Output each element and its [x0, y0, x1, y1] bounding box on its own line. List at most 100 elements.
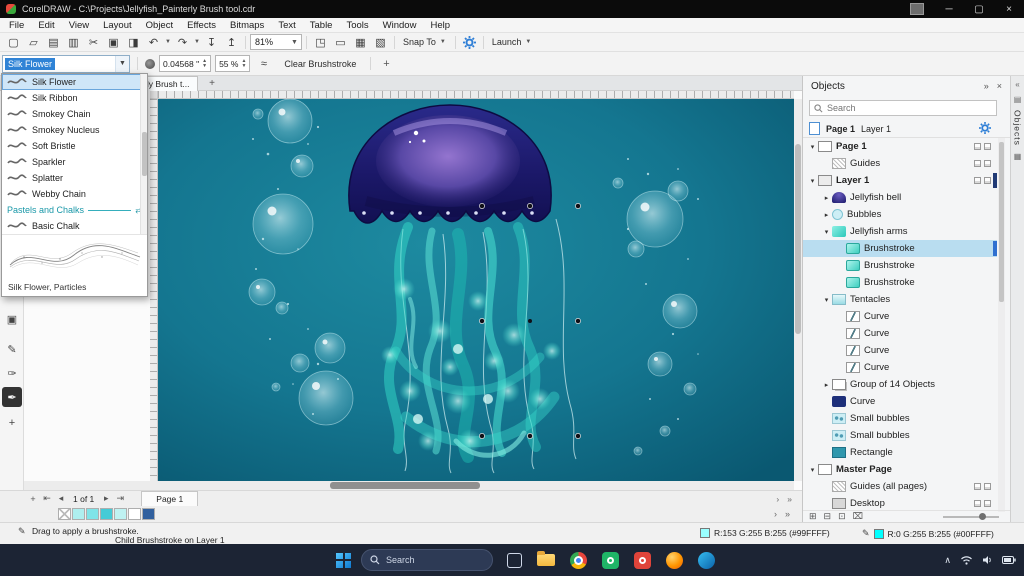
tree-row-layer-1[interactable]: ▾ Layer 1: [803, 172, 997, 189]
chrome-icon[interactable]: [567, 549, 589, 571]
menu-effects[interactable]: Effects: [180, 20, 223, 31]
red-app-icon[interactable]: [631, 549, 653, 571]
menu-view[interactable]: View: [62, 20, 96, 31]
wifi-icon[interactable]: [960, 555, 973, 565]
opacity-slider[interactable]: [943, 512, 999, 520]
chevron-down-icon[interactable]: ▼: [164, 39, 172, 45]
previous-page-icon[interactable]: ◂: [54, 493, 68, 504]
tree-row-rectangle[interactable]: Rectangle: [803, 444, 997, 461]
brush-item[interactable]: Sparkler: [2, 154, 147, 170]
tree-row-curve[interactable]: Curve: [803, 342, 997, 359]
artistic-media-tool-icon[interactable]: ✒: [2, 387, 22, 407]
printer-icon[interactable]: [974, 500, 981, 507]
menu-tools[interactable]: Tools: [339, 20, 375, 31]
active-layer-bar[interactable]: Page 1 Layer 1: [803, 120, 1011, 138]
scroll-tabs-end-icon[interactable]: »: [787, 494, 792, 504]
brush-item[interactable]: Silk Flower: [2, 74, 147, 90]
vertical-scrollbar[interactable]: [794, 99, 802, 481]
fill-tool-icon[interactable]: ▣: [2, 309, 22, 329]
stroke-width-field[interactable]: 0.04568 " ▲ ▼: [159, 55, 212, 72]
palette-scroll-icon[interactable]: ›: [774, 509, 777, 519]
palette-expand-icon[interactable]: »: [785, 509, 790, 519]
tree-row-master-page[interactable]: ▾ Master Page: [803, 461, 997, 478]
brush-item[interactable]: Webby Chain: [2, 186, 147, 202]
brush-item[interactable]: Silk Ribbon: [2, 90, 147, 106]
tree-row-guides[interactable]: Guides: [803, 155, 997, 172]
menu-table[interactable]: Table: [303, 20, 340, 31]
printer-icon[interactable]: [974, 483, 981, 490]
objects-search-input[interactable]: [827, 103, 992, 113]
vertical-ruler[interactable]: [150, 99, 158, 481]
dropdown-scrollbar[interactable]: [140, 74, 147, 234]
file-explorer-icon[interactable]: [535, 549, 557, 571]
visibility-icon[interactable]: [984, 160, 991, 167]
last-page-icon[interactable]: ⇥: [113, 493, 127, 504]
options-gear-icon[interactable]: [460, 34, 479, 50]
layer-settings-gear-icon[interactable]: [979, 121, 991, 136]
menu-object[interactable]: Object: [139, 20, 180, 31]
tree-row-bubbles[interactable]: ▸ Bubbles: [803, 206, 997, 223]
color-swatch[interactable]: [72, 508, 85, 520]
menu-file[interactable]: File: [2, 20, 31, 31]
ruler-corner[interactable]: [150, 91, 158, 99]
next-page-icon[interactable]: ▸: [99, 493, 113, 504]
printer-icon[interactable]: [974, 177, 981, 184]
start-button-icon[interactable]: [336, 552, 351, 568]
docker-expand-icon[interactable]: «: [1015, 80, 1019, 89]
edge-icon[interactable]: [695, 549, 717, 571]
tree-expander-icon[interactable]: ▾: [807, 143, 818, 151]
docker-scrollbar-thumb[interactable]: [999, 142, 1004, 302]
first-page-icon[interactable]: ⇤: [40, 493, 54, 504]
export-icon[interactable]: ↥: [222, 34, 241, 50]
no-color-swatch[interactable]: [58, 508, 71, 520]
docker-tab-objects[interactable]: Objects: [1013, 110, 1023, 146]
dropdown-scrollbar-thumb[interactable]: [142, 132, 147, 176]
brush-stroke-combo[interactable]: Silk Flower ▼: [2, 54, 130, 73]
launch-button[interactable]: Launch ▼: [488, 37, 537, 47]
cut-icon[interactable]: ✂: [84, 34, 103, 50]
paste-icon[interactable]: ◨: [124, 34, 143, 50]
green-app-icon[interactable]: [599, 549, 621, 571]
clear-brushstroke-button[interactable]: Clear Brushstroke: [277, 55, 363, 73]
docker-scrollbar[interactable]: [998, 138, 1005, 512]
undo-icon[interactable]: ↶: [144, 34, 163, 50]
close-button[interactable]: ×: [994, 0, 1024, 18]
menu-layout[interactable]: Layout: [96, 20, 139, 31]
copy-icon[interactable]: ▣: [104, 34, 123, 50]
full-screen-preview-icon[interactable]: ◳: [311, 34, 330, 50]
stepper-arrows[interactable]: ▲ ▼: [241, 58, 246, 69]
brush-category-header[interactable]: Pastels and Chalks ⇄: [2, 202, 147, 218]
visibility-icon[interactable]: [984, 177, 991, 184]
tree-expander-icon[interactable]: ▾: [821, 228, 832, 236]
tree-row-small-bubbles[interactable]: Small bubbles: [803, 410, 997, 427]
color-swatch[interactable]: [86, 508, 99, 520]
docker-options-icon[interactable]: »: [984, 81, 989, 91]
tree-expander-icon[interactable]: ▾: [807, 466, 818, 474]
page-tab[interactable]: Page 1: [141, 491, 199, 506]
tree-row-curve[interactable]: Curve: [803, 359, 997, 376]
color-swatch[interactable]: [114, 508, 127, 520]
duplicate-layer-button[interactable]: ⊡: [838, 511, 846, 522]
objects-search-box[interactable]: [809, 100, 997, 116]
color-swatch[interactable]: [128, 508, 141, 520]
new-document-tab-button[interactable]: +: [205, 77, 219, 90]
visibility-icon[interactable]: [984, 143, 991, 150]
new-document-icon[interactable]: ▢: [4, 34, 23, 50]
printer-icon[interactable]: [974, 160, 981, 167]
battery-icon[interactable]: [1002, 556, 1016, 564]
show-rulers-icon[interactable]: ▭: [331, 34, 350, 50]
new-layer-button[interactable]: ⊞: [809, 511, 817, 522]
color-swatch[interactable]: [100, 508, 113, 520]
visibility-icon[interactable]: [984, 483, 991, 490]
tree-row-curve[interactable]: Curve: [803, 308, 997, 325]
tree-row-guides-all-pages-[interactable]: Guides (all pages): [803, 478, 997, 495]
tree-row-page-1[interactable]: ▾ Page 1: [803, 138, 997, 155]
add-preset-button[interactable]: +: [378, 58, 394, 70]
chevron-down-icon[interactable]: ▼: [288, 39, 301, 46]
menu-window[interactable]: Window: [376, 20, 424, 31]
menu-text[interactable]: Text: [271, 20, 302, 31]
brush-item[interactable]: Smokey Nucleus: [2, 122, 147, 138]
visibility-icon[interactable]: [984, 500, 991, 507]
docker-tab-icon-2[interactable]: ▦: [1014, 152, 1022, 161]
pen-tool-icon[interactable]: ✎: [2, 339, 22, 359]
